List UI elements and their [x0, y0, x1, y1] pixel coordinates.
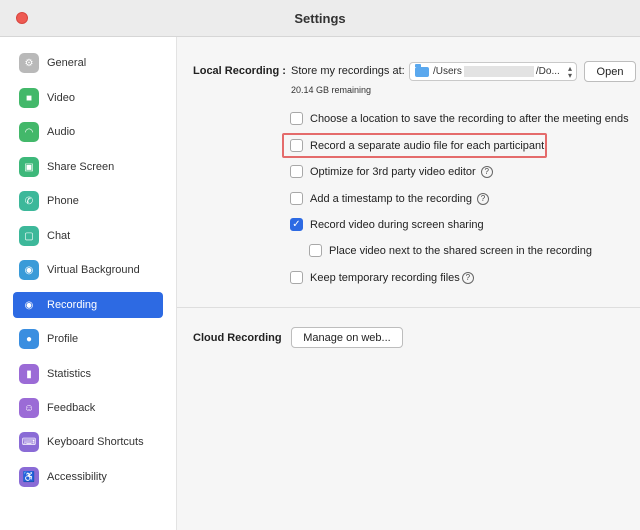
- chevron-updown-icon: ▴ ▾: [567, 64, 572, 80]
- help-icon[interactable]: ?: [461, 271, 474, 284]
- checkbox-checked[interactable]: ✓: [290, 218, 303, 231]
- sidebar-item-keyboard-shortcuts[interactable]: ⌨ Keyboard Shortcuts: [13, 429, 163, 455]
- sidebar-item-feedback[interactable]: ☺ Feedback: [13, 395, 163, 421]
- option-place-video-next[interactable]: Place video next to the shared screen in…: [309, 244, 592, 257]
- sidebar-item-label: General: [47, 57, 87, 69]
- option-label: Record video during screen sharing: [310, 218, 484, 231]
- option-choose-location[interactable]: Choose a location to save the recording …: [290, 112, 629, 125]
- sidebar-item-label: Audio: [47, 126, 76, 138]
- sidebar-item-label: Phone: [47, 195, 79, 207]
- checkbox[interactable]: [290, 271, 303, 284]
- option-label: Place video next to the shared screen in…: [329, 244, 592, 257]
- checkbox[interactable]: [290, 165, 303, 178]
- sidebar-item-label: Recording: [47, 299, 98, 311]
- sidebar-item-share-screen[interactable]: ▣ Share Screen: [13, 154, 163, 180]
- redacted-path: [463, 66, 534, 77]
- window-title: Settings: [294, 11, 346, 26]
- video-camera-icon: ■: [19, 88, 39, 108]
- sidebar-item-audio[interactable]: ◠ Audio: [13, 119, 163, 145]
- sidebar-item-accessibility[interactable]: ♿ Accessibility: [13, 464, 163, 490]
- gear-icon: ⚙: [19, 53, 39, 73]
- option-add-timestamp[interactable]: Add a timestamp to the recording ?: [290, 192, 490, 205]
- option-optimize-editor[interactable]: Optimize for 3rd party video editor ?: [290, 165, 493, 178]
- sidebar-item-general[interactable]: ⚙ General: [13, 50, 163, 76]
- open-folder-button[interactable]: Open: [584, 61, 636, 82]
- person-background-icon: ◉: [19, 260, 39, 280]
- profile-icon: ●: [19, 329, 39, 349]
- storage-remaining: 20.14 GB remaining: [291, 85, 372, 95]
- settings-sidebar: ⚙ General ■ Video ◠ Audio ▣ Share Screen…: [0, 37, 177, 530]
- recording-path-select[interactable]: /Users /Do... ▴ ▾: [409, 62, 577, 81]
- sidebar-item-label: Share Screen: [47, 161, 115, 173]
- option-label: Choose a location to save the recording …: [310, 112, 629, 125]
- sidebar-item-phone[interactable]: ✆ Phone: [13, 188, 163, 214]
- sidebar-item-label: Feedback: [47, 402, 96, 414]
- checkbox[interactable]: [290, 192, 303, 205]
- cloud-recording-label: Cloud Recording: [193, 332, 282, 344]
- sidebar-item-chat[interactable]: ▢ Chat: [13, 223, 163, 249]
- folder-icon: [415, 63, 429, 77]
- sidebar-item-label: Statistics: [47, 368, 92, 380]
- section-divider: [177, 307, 640, 308]
- highlight-box: [282, 133, 547, 158]
- store-location-label: Store my recordings at:: [291, 65, 405, 77]
- record-icon: ◉: [19, 295, 39, 315]
- sidebar-item-video[interactable]: ■ Video: [13, 85, 163, 111]
- sidebar-item-profile[interactable]: ● Profile: [13, 326, 163, 352]
- title-bar: Settings: [0, 0, 640, 37]
- local-recording-label: Local Recording :: [193, 65, 286, 77]
- path-suffix: /Do...: [535, 66, 560, 77]
- recording-settings-panel: Local Recording : Store my recordings at…: [177, 37, 640, 530]
- manage-on-web-button[interactable]: Manage on web...: [291, 327, 403, 348]
- accessibility-icon: ♿: [19, 467, 39, 487]
- help-icon[interactable]: ?: [480, 165, 493, 178]
- phone-icon: ✆: [19, 191, 39, 211]
- path-prefix: /Users: [433, 66, 462, 77]
- sidebar-item-statistics[interactable]: ▮ Statistics: [13, 361, 163, 387]
- feedback-icon: ☺: [19, 398, 39, 418]
- bar-chart-icon: ▮: [19, 364, 39, 384]
- help-icon[interactable]: ?: [477, 192, 490, 205]
- sidebar-item-label: Profile: [47, 333, 79, 345]
- option-label: Optimize for 3rd party video editor: [310, 165, 476, 178]
- sidebar-item-label: Video: [47, 92, 75, 104]
- sidebar-item-recording[interactable]: ◉ Recording: [13, 292, 163, 318]
- sidebar-item-label: Accessibility: [47, 471, 107, 483]
- option-label: Keep temporary recording files: [310, 271, 460, 284]
- keyboard-icon: ⌨: [19, 432, 39, 452]
- option-label: Add a timestamp to the recording: [310, 192, 473, 205]
- sidebar-item-label: Virtual Background: [47, 264, 140, 276]
- headphones-icon: ◠: [19, 122, 39, 142]
- option-record-screen-sharing[interactable]: ✓ Record video during screen sharing: [290, 218, 484, 231]
- share-screen-icon: ▣: [19, 157, 39, 177]
- sidebar-item-virtual-background[interactable]: ◉ Virtual Background: [13, 257, 163, 283]
- sidebar-item-label: Chat: [47, 230, 71, 242]
- chat-bubble-icon: ▢: [19, 226, 39, 246]
- checkbox[interactable]: [309, 244, 322, 257]
- checkbox[interactable]: [290, 112, 303, 125]
- sidebar-item-label: Keyboard Shortcuts: [47, 436, 144, 448]
- option-keep-temp-files[interactable]: Keep temporary recording files ?: [290, 271, 474, 284]
